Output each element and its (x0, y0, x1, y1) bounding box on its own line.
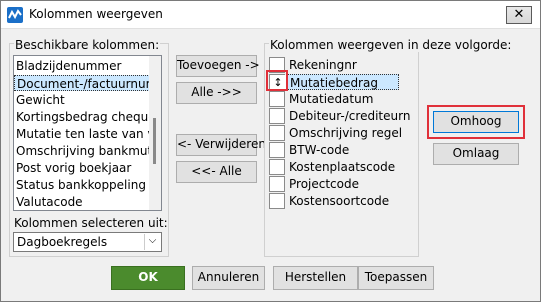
ok-button[interactable]: OK (111, 266, 185, 290)
shown-label: Kolommen weergeven in deze volgorde: (269, 38, 513, 52)
available-list-item[interactable]: Bladzijdenummer (14, 58, 150, 74)
available-list-item[interactable]: Mutatie ten laste van vrij (14, 126, 150, 142)
row-handle[interactable] (269, 142, 285, 158)
available-list[interactable]: Bladzijdenummer Document-/factuurnum Gewic… (13, 55, 162, 211)
dialog-window: Kolommen weergeven ✕ Beschikbare kolomme… (0, 0, 541, 302)
shown-list-item[interactable]: Kostensoortcode (287, 193, 389, 209)
shown-list-item[interactable]: Rekeningnr (287, 57, 357, 73)
remove-all-button[interactable]: <<- Alle (176, 161, 257, 183)
chevron-down-icon: ⌵ (144, 234, 160, 250)
app-logo-icon (7, 7, 23, 23)
shown-list-item[interactable]: Projectcode (287, 176, 359, 192)
shown-list-item[interactable]: Mutatiedatum (287, 91, 373, 107)
available-list-item[interactable]: Gewicht (14, 92, 150, 108)
remove-button[interactable]: <- Verwijderen (176, 134, 266, 156)
window-title: Kolommen weergeven (29, 7, 163, 21)
cancel-button[interactable]: Annuleren (192, 266, 265, 290)
select-from-label: Kolommen selecteren uit: (14, 216, 168, 230)
title-bar: Kolommen weergeven ✕ (1, 1, 540, 29)
row-handle[interactable] (269, 176, 285, 192)
column-source-select[interactable]: Dagboekregels ⌵ (13, 232, 162, 252)
add-button[interactable]: Toevoegen -> (176, 55, 260, 77)
close-icon: ✕ (513, 7, 525, 22)
move-up-highlight (427, 105, 525, 139)
close-button[interactable]: ✕ (506, 6, 532, 24)
select-value: Dagboekregels (17, 235, 108, 249)
shown-list-item[interactable]: Omschrijving regel (287, 125, 402, 141)
available-list-item[interactable]: Document-/factuurnum (14, 75, 150, 91)
row-handle[interactable] (269, 159, 285, 175)
shown-list-item[interactable]: BTW-code (287, 142, 349, 158)
shown-list-item[interactable]: Mutatiebedrag (287, 74, 399, 90)
move-down-button[interactable]: Omlaag (433, 143, 519, 165)
available-list-item[interactable]: Valutacode (14, 194, 150, 210)
apply-button[interactable]: Toepassen (358, 266, 434, 290)
available-list-item[interactable]: Post vorig boekjaar (14, 160, 150, 176)
available-list-item[interactable]: Status bankkoppeling (14, 177, 150, 193)
shown-list-item[interactable]: Kostenplaatscode (287, 159, 395, 175)
row-handle[interactable] (269, 108, 285, 124)
reset-button[interactable]: Herstellen (273, 266, 358, 290)
row-handle[interactable] (269, 125, 285, 141)
row-handle[interactable] (269, 91, 285, 107)
add-all-button[interactable]: Alle ->> (176, 82, 257, 104)
scrollbar-thumb[interactable] (153, 118, 156, 164)
reorder-handle-highlight (266, 70, 288, 91)
shown-list[interactable]: Rekeningnr ↕ Mutatiebedrag Mutatiedatum Debi… (267, 55, 414, 251)
shown-list-item[interactable]: Debiteur-/crediteurn (287, 108, 410, 124)
available-list-item[interactable]: Kortingsbedrag cheque- (14, 109, 150, 125)
row-handle[interactable] (269, 193, 285, 209)
available-label: Beschikbare kolommen: (14, 38, 161, 52)
available-list-item[interactable]: Omschrijving bankmuta (14, 143, 150, 159)
available-scrollbar[interactable] (149, 56, 161, 210)
